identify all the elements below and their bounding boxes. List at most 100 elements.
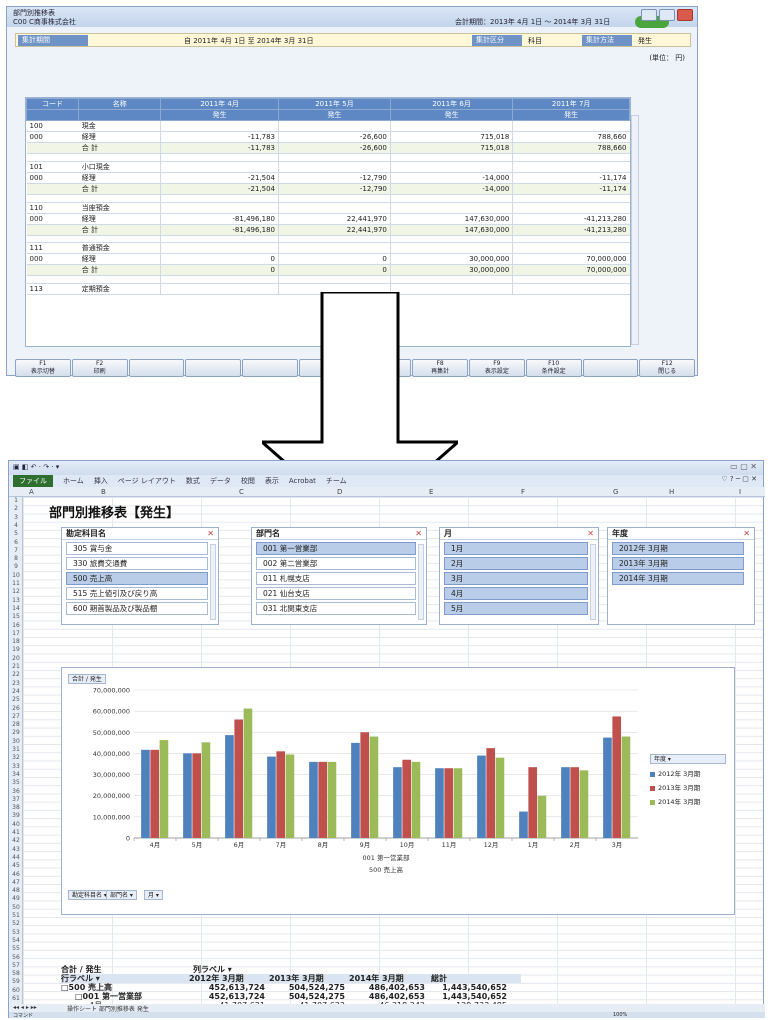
row-number[interactable]: 5 — [9, 530, 23, 537]
slicer-item[interactable]: 021 仙台支店 — [256, 587, 416, 600]
row-number[interactable]: 18 — [9, 638, 23, 645]
clear-filter-icon[interactable]: ✕ — [743, 528, 750, 540]
row-number[interactable]: 23 — [9, 680, 23, 687]
row-number[interactable]: 1 — [9, 497, 23, 504]
row-number[interactable]: 53 — [9, 929, 23, 936]
row-number[interactable]: 42 — [9, 837, 23, 844]
slicer-item[interactable]: 330 旅費交通費 — [66, 557, 208, 570]
worksheet[interactable]: 部門別推移表【発生】 勘定科目名 ✕ 305 賞与金 330 旅費交通費 500 売上高… — [23, 497, 763, 1004]
row-number[interactable]: 9 — [9, 563, 23, 570]
row-number[interactable]: 54 — [9, 937, 23, 944]
zoom-level[interactable]: 100% — [613, 1012, 627, 1018]
grid-row[interactable]: 000 経理 -21,504 -12,790 -14,000 -11,174 — [26, 172, 630, 184]
row-number[interactable]: 41 — [9, 829, 23, 836]
grid-row[interactable]: 000 経理 -81,496,180 22,441,970 147,630,000 -41… — [26, 213, 630, 225]
ribbon-tab[interactable]: 挿入 — [94, 476, 108, 486]
slicer-item[interactable]: 515 売上値引及び戻り高 — [66, 587, 208, 600]
chart-axis-field-button[interactable]: 勘定科目名 ▾ — [68, 890, 111, 900]
row-number[interactable]: 46 — [9, 871, 23, 878]
ribbon-tab[interactable]: 数式 — [186, 476, 200, 486]
slicer-item[interactable]: 500 売上高 — [66, 572, 208, 585]
row-number[interactable]: 16 — [9, 622, 23, 629]
ribbon-tab[interactable]: データ — [210, 476, 231, 486]
slicer-item[interactable]: 002 第二営業部 — [256, 557, 416, 570]
row-number[interactable]: 49 — [9, 895, 23, 902]
grid-row[interactable]: 合 計 -81,496,180 22,441,970 147,630,000 -41,2… — [26, 224, 630, 236]
slicer-4[interactable]: 年度 ✕ 2012年 3月期 2013年 3月期 2014年 3月期 — [607, 527, 755, 625]
function-key-12[interactable]: F12 閉じる — [639, 359, 695, 377]
ribbon-tab[interactable]: ホーム — [63, 476, 84, 486]
pivot-cell[interactable]: 504,524,275 — [267, 983, 345, 992]
clear-filter-icon[interactable]: ✕ — [587, 528, 594, 540]
row-number[interactable]: 8 — [9, 555, 23, 562]
pivot-cell[interactable]: 486,402,653 — [347, 983, 425, 992]
row-number[interactable]: 15 — [9, 613, 23, 620]
grid-scrollbar[interactable] — [631, 115, 639, 345]
row-number[interactable]: 27 — [9, 713, 23, 720]
pivot-chart[interactable]: 合計 / 発生 70,000,000 60,000,000 50,000,000 40… — [61, 667, 735, 915]
row-number[interactable]: 11 — [9, 580, 23, 587]
row-number[interactable]: 57 — [9, 962, 23, 969]
row-number[interactable]: 22 — [9, 671, 23, 678]
grid-row[interactable]: 100 現金 — [26, 120, 630, 132]
row-number[interactable]: 31 — [9, 746, 23, 753]
row-number[interactable]: 4 — [9, 522, 23, 529]
slicer-item[interactable]: 031 北関東支店 — [256, 602, 416, 615]
row-number[interactable]: 30 — [9, 738, 23, 745]
row-number[interactable]: 35 — [9, 779, 23, 786]
row-number[interactable]: 59 — [9, 978, 23, 985]
slicer-item[interactable]: 4月 — [444, 587, 588, 600]
row-number[interactable]: 3 — [9, 514, 23, 521]
pivot-cell[interactable]: 504,524,275 — [267, 992, 345, 1001]
row-number[interactable]: 47 — [9, 879, 23, 886]
pivot-row-label[interactable]: 行ラベル ▾ — [61, 974, 100, 983]
pivot-cell[interactable]: 1,443,540,652 — [429, 983, 507, 992]
function-key-4[interactable] — [185, 359, 241, 377]
slicer-scrollbar[interactable] — [210, 544, 216, 620]
row-number[interactable]: 36 — [9, 788, 23, 795]
grid-row[interactable]: 000 経理 0 0 30,000,000 70,000,000 — [26, 253, 630, 266]
grid-row[interactable]: 合 計 -11,783 -26,600 715,018 788,660 — [26, 142, 630, 154]
grid-row[interactable]: 000 経理 -11,783 -26,600 715,018 788,660 — [26, 131, 630, 143]
row-number[interactable]: 44 — [9, 854, 23, 861]
row-number[interactable]: 7 — [9, 547, 23, 554]
row-number[interactable]: 45 — [9, 862, 23, 869]
minimize-button[interactable] — [641, 9, 657, 21]
slicer-item[interactable]: 600 期首製品及び製品棚 — [66, 602, 208, 615]
row-number[interactable]: 50 — [9, 904, 23, 911]
row-number[interactable]: 34 — [9, 771, 23, 778]
grid-row[interactable]: 110 当座預金 — [26, 202, 630, 214]
chart-axis-field-button[interactable]: 部門名 ▾ — [106, 890, 137, 900]
row-number[interactable]: 13 — [9, 597, 23, 604]
row-number[interactable]: 28 — [9, 721, 23, 728]
pivot-cell[interactable]: 486,402,653 — [347, 992, 425, 1001]
grid-row[interactable]: 111 普通預金 — [26, 242, 630, 255]
row-number[interactable]: 2 — [9, 505, 23, 512]
slicer-item[interactable]: 2月 — [444, 557, 588, 570]
ribbon-tab[interactable]: 表示 — [265, 476, 279, 486]
row-number[interactable]: 38 — [9, 804, 23, 811]
slicer-item[interactable]: 1月 — [444, 542, 588, 555]
row-number[interactable]: 51 — [9, 912, 23, 919]
row-number[interactable]: 25 — [9, 696, 23, 703]
row-number[interactable]: 48 — [9, 887, 23, 894]
maximize-button[interactable] — [659, 9, 675, 21]
function-key-11[interactable] — [582, 359, 639, 377]
row-number[interactable]: 60 — [9, 987, 23, 994]
slicer-item[interactable]: 001 第一営業部 — [256, 542, 416, 555]
grid-row[interactable]: 合 計 0 0 30,000,000 70,000,000 — [26, 264, 630, 277]
grid-row[interactable]: 101 小口現金 — [26, 161, 630, 173]
pivot-cell[interactable]: 452,613,724 — [187, 983, 265, 992]
excel-window-controls[interactable]: ▭ ▢ ✕ — [730, 462, 757, 471]
slicer-scrollbar[interactable] — [418, 544, 424, 620]
sheet-tab-bar[interactable]: ◂◂ ◂ ▸ ▸▸ 操作シート 部門別推移表 発生 — [9, 1004, 765, 1013]
slicer-item[interactable]: 2013年 3月期 — [612, 557, 744, 570]
slicer-1[interactable]: 勘定科目名 ✕ 305 賞与金 330 旅費交通費 500 売上高 515 売上値引及び戻… — [61, 527, 219, 625]
function-key-10[interactable]: F10 条件設定 — [525, 359, 582, 377]
slicer-item[interactable]: 305 賞与金 — [66, 542, 208, 555]
legend-field-button[interactable]: 年度 ▾ — [650, 754, 726, 764]
row-number[interactable]: 26 — [9, 705, 23, 712]
row-number[interactable]: 52 — [9, 920, 23, 927]
slicer-scrollbar[interactable] — [590, 544, 596, 620]
slicer-item[interactable]: 2012年 3月期 — [612, 542, 744, 555]
